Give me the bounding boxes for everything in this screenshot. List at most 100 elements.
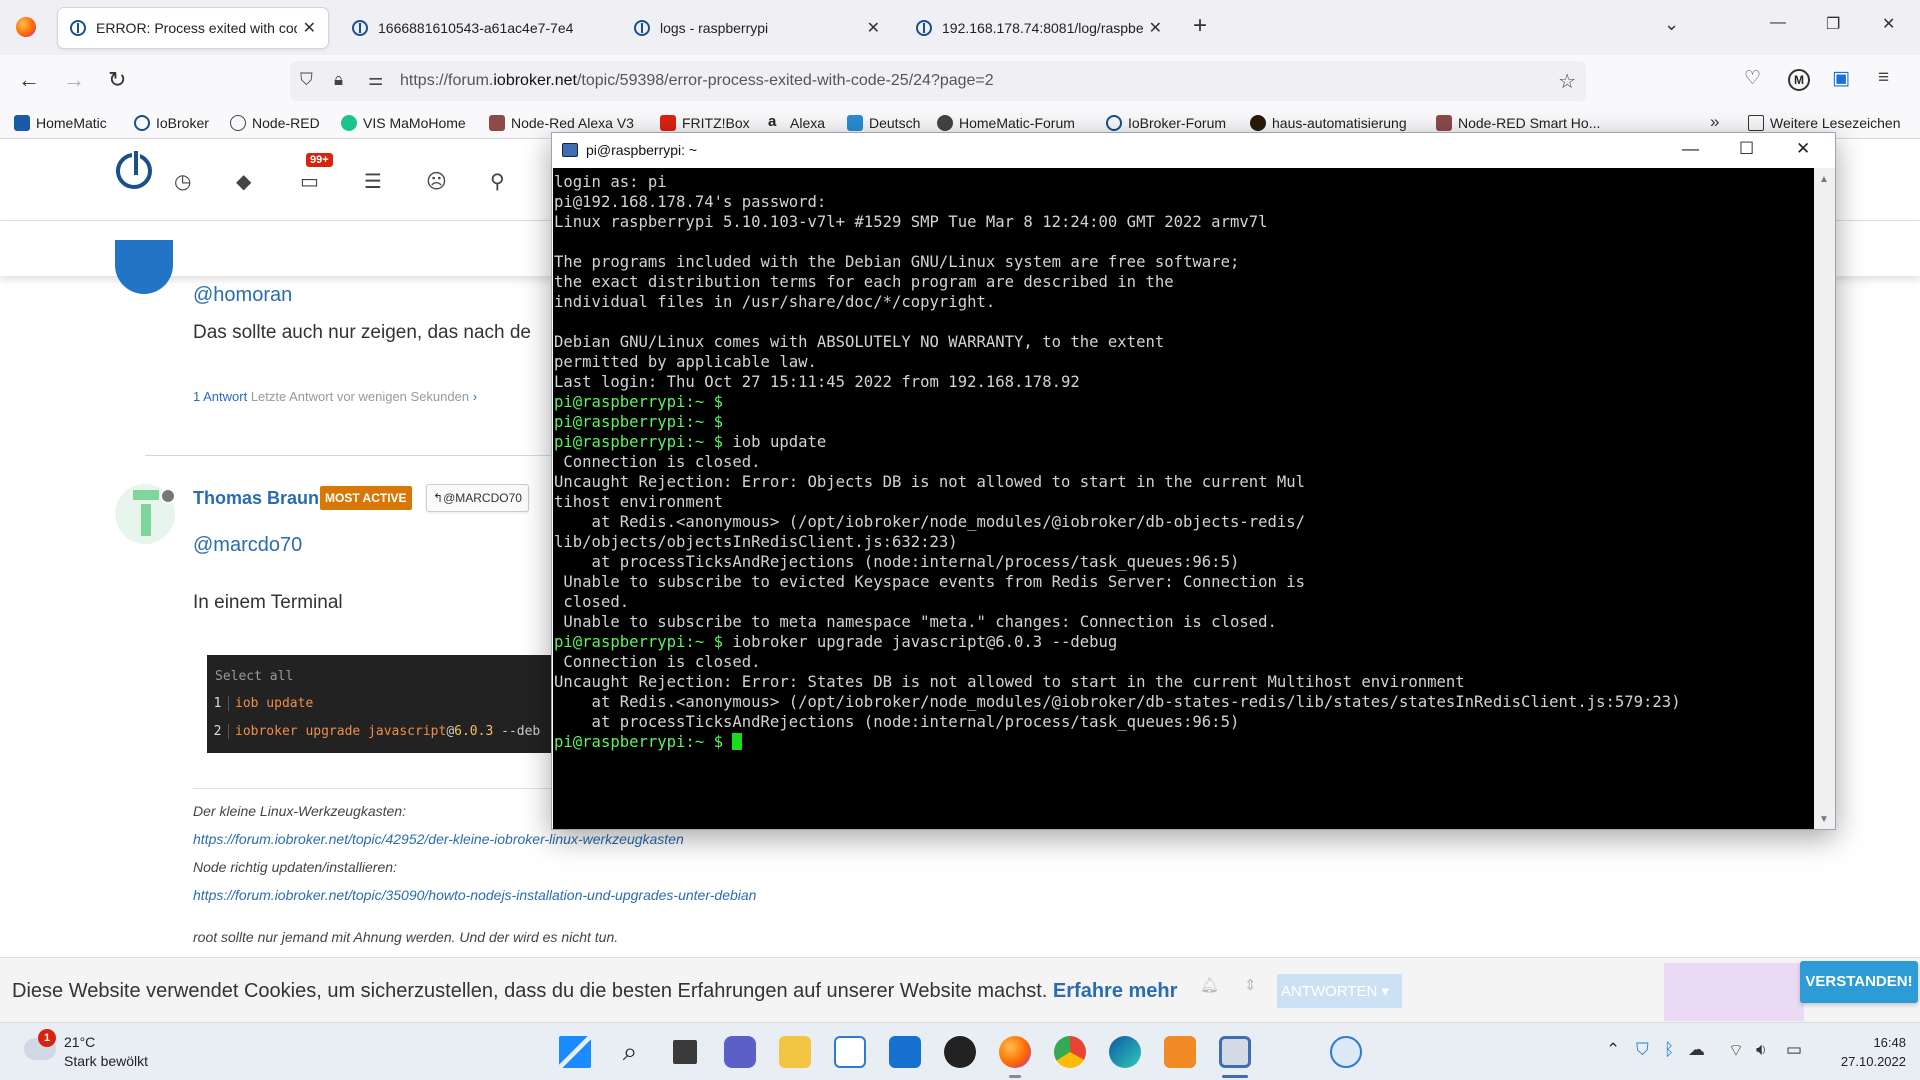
shield-icon[interactable]: ⛉ [300,70,313,90]
security-shield-icon[interactable]: ⛉ [1636,1040,1649,1060]
terminal-cursor [732,733,743,750]
rocket-icon[interactable]: ⚲ [490,169,505,194]
bookmark-iobroker-forum[interactable]: IoBroker-Forum [1106,115,1226,131]
file-explorer-icon[interactable] [779,1036,811,1068]
extension-icon[interactable]: ▣ [1832,67,1850,90]
restore-icon[interactable]: ❐ [1826,14,1840,34]
task-view-icon[interactable] [669,1036,701,1068]
reload-icon[interactable]: ↻ [108,67,126,93]
avatar[interactable] [115,240,173,294]
microsoft-store-icon[interactable] [834,1036,866,1068]
bookmark-node-red-smart-home[interactable]: Node-RED Smart Ho... [1436,115,1600,131]
mention-marcdo70[interactable]: @marcdo70 [193,534,302,557]
tags-icon[interactable]: ◆ [236,169,251,194]
bell-icon[interactable]: 🔔︎ [1200,976,1219,1008]
bookmark-vis-mamohome[interactable]: VIS MaMoHome [341,115,466,131]
media-player-icon[interactable] [1164,1036,1196,1068]
firefox-logo-icon[interactable] [16,17,36,37]
wifi-icon[interactable]: ⌔ [1728,1040,1744,1061]
search-icon[interactable]: ⌕ [614,1036,646,1068]
tab-error-process[interactable]: ERROR: Process exited with code ✕ [58,8,328,48]
bookmark-node-red-alexa[interactable]: Node-Red Alexa V3 [489,115,634,131]
scroll-up-icon[interactable]: ▲ [1819,174,1829,185]
bookmark-iobroker[interactable]: IoBroker [134,115,209,131]
edge-icon[interactable] [1109,1036,1141,1068]
list-all-tabs-chevron-icon[interactable]: ⌄ [1664,14,1679,35]
network-app-icon[interactable] [1330,1036,1362,1068]
mail-icon[interactable] [889,1036,921,1068]
minimize-icon[interactable]: — [1770,14,1786,32]
chrome-icon[interactable] [1054,1036,1086,1068]
terminal-line: permitted by applicable law. [554,353,817,371]
signature-link[interactable]: https://forum.iobroker.net/topic/42952/d… [193,831,893,847]
address-bar[interactable]: ⛉ 🔒︎ ⚌ https://forum.iobroker.net/topic/… [290,61,1586,101]
post-author[interactable]: Thomas Braun [193,488,319,509]
bookmark-haus-automatisierung[interactable]: haus-automatisierung [1250,115,1407,131]
replies-summary[interactable]: 1 Antwort Letzte Antwort vor wenigen Sek… [193,389,477,404]
scroll-down-icon[interactable]: ▼ [1819,814,1829,825]
unread-face-icon[interactable]: ☹ [426,169,447,194]
clock-icon[interactable]: ◷ [174,169,191,194]
bookmarks-overflow-icon[interactable]: » [1710,112,1719,132]
system-clock[interactable]: 16:48 27.10.2022 [1832,1033,1906,1071]
tab-close-icon[interactable]: ✕ [867,18,880,38]
tab-log-url[interactable]: 192.168.178.74:8081/log/raspbe ✕ [904,8,1174,48]
reply-button[interactable]: ANTWORTEN ▾ [1277,974,1402,1008]
weather-description[interactable]: Stark bewölkt [64,1053,148,1069]
terminal-output[interactable]: login as: pi pi@192.168.178.74's password… [553,168,1814,829]
bookmark-alexa[interactable]: a Alexa [768,114,825,131]
close-icon[interactable]: ✕ [1796,139,1810,159]
url-text[interactable]: https://forum.iobroker.net/topic/59398/e… [400,72,994,90]
mention-homoran[interactable]: @homoran [193,284,292,307]
show-hidden-icons-chevron-icon[interactable]: ⌃ [1606,1040,1620,1060]
onedrive-cloud-icon[interactable]: ☁ [1688,1040,1705,1060]
account-avatar[interactable]: M [1788,69,1810,91]
putty-icon[interactable] [562,143,578,157]
reply-to-link[interactable]: ↰@MARCDO70 [426,484,529,512]
bookmark-homematic[interactable]: HomeMatic [14,115,107,131]
list-icon[interactable]: ☰ [364,169,382,194]
new-tab-plus-icon[interactable]: + [1193,12,1207,40]
maximize-icon[interactable]: ☐ [1739,139,1754,159]
learn-more-link[interactable]: Erfahre mehr [1053,980,1178,1002]
close-window-icon[interactable]: ✕ [1882,14,1895,34]
tab-close-icon[interactable]: ✕ [303,18,316,38]
volume-icon[interactable]: 🔉︎ [1756,1040,1767,1060]
bluetooth-icon[interactable]: ᛒ [1664,1040,1674,1060]
pocket-icon[interactable]: ♡ [1744,67,1761,90]
bookmark-homematic-forum[interactable]: HomeMatic-Forum [937,115,1075,131]
minimize-icon[interactable]: — [1682,139,1699,159]
sort-icon[interactable]: ⇕ [1244,976,1257,1008]
forward-arrow-icon[interactable]: → [63,67,85,93]
putty-title-bar[interactable]: pi@raspberrypi: ~ — ☐ ✕ [552,133,1835,167]
bookmark-node-red[interactable]: Node-RED [230,115,320,131]
tab-close-icon[interactable]: ✕ [1149,18,1162,38]
terminal-scrollbar[interactable]: ▲ ▼ [1814,168,1835,829]
bookmark-fritzbox[interactable]: FRITZ!Box [660,115,750,131]
hamburger-menu-icon[interactable]: ≡ [1878,67,1889,89]
terminal-line: pi@raspberrypi:~ $ iob update [554,433,827,451]
signature-link[interactable]: https://forum.iobroker.net/topic/35090/h… [193,887,893,903]
bookmark-deutsch[interactable]: Deutsch [847,115,920,131]
status-dot [160,488,176,504]
accept-cookies-button[interactable]: VERSTANDEN! [1800,961,1918,1003]
dell-icon[interactable] [944,1036,976,1068]
lock-icon[interactable]: 🔒︎ [334,70,343,90]
back-arrow-icon[interactable]: ← [18,67,40,93]
temperature[interactable]: 21°C [64,1034,95,1050]
permissions-icon[interactable]: ⚌ [368,70,383,90]
iobroker-logo[interactable] [116,149,152,189]
inbox-icon[interactable]: ▭ [300,169,319,194]
bookmark-star-icon[interactable]: ☆ [1558,69,1576,94]
firefox-icon[interactable] [999,1036,1031,1068]
select-all-button[interactable]: Select all [215,669,293,684]
signature-text: root sollte nur jemand mit Ahnung werden… [193,929,619,945]
bookmark-folder-more[interactable]: Weitere Lesezeichen [1748,115,1900,131]
putty-icon[interactable] [1219,1036,1251,1068]
putty-terminal-window[interactable]: pi@raspberrypi: ~ — ☐ ✕ login as: pi pi@1… [551,132,1836,830]
tab-image[interactable]: 1666881610543-a61ac4e7-7e4 [340,8,612,48]
tab-logs[interactable]: logs - raspberrypi ✕ [622,8,892,48]
battery-icon[interactable]: ▭ [1786,1040,1802,1060]
teams-chat-icon[interactable] [724,1036,756,1068]
windows-start-icon[interactable] [559,1036,591,1068]
